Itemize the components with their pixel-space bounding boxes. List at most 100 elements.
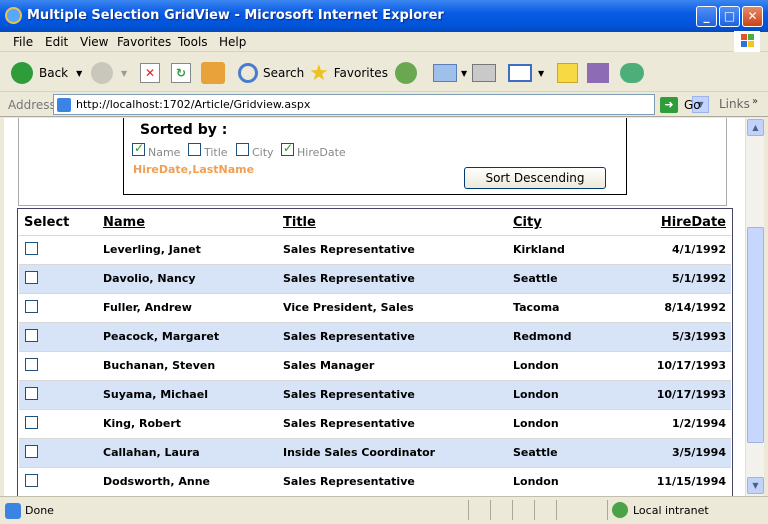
status-bar: Done Local intranet bbox=[0, 496, 768, 524]
cell-hiredate: 1/2/1994 bbox=[623, 408, 731, 438]
toolbar: Back ▼ ▼ ✕ ↻ Search ★ Favorites ▼ ▼ bbox=[0, 52, 768, 92]
sort-descending-button[interactable]: Sort Descending bbox=[464, 167, 606, 189]
status-divider bbox=[512, 500, 513, 520]
cell-name: Leverling, Janet bbox=[103, 234, 283, 264]
links-chevron-icon[interactable]: » bbox=[752, 96, 758, 107]
minimize-button[interactable]: _ bbox=[696, 6, 717, 27]
scroll-down-icon[interactable]: ▼ bbox=[747, 477, 764, 494]
row-select-cell bbox=[19, 408, 103, 438]
row-select-cell bbox=[19, 321, 103, 351]
header-name[interactable]: Name bbox=[103, 210, 283, 235]
sort-name-checkbox[interactable] bbox=[132, 141, 145, 156]
windows-logo-icon bbox=[734, 31, 760, 53]
table-row: Leverling, Janet Sales Representative Kirk… bbox=[19, 234, 731, 264]
back-button[interactable]: Back ▼ bbox=[11, 60, 82, 86]
row-select-checkbox[interactable] bbox=[25, 357, 38, 371]
row-select-checkbox[interactable] bbox=[25, 241, 38, 255]
back-label: Back bbox=[39, 66, 69, 80]
cell-title: Vice President, Sales bbox=[283, 292, 513, 322]
cell-city: Kirkland bbox=[513, 234, 623, 264]
refresh-button[interactable]: ↻ bbox=[171, 60, 191, 86]
menu-edit[interactable]: Edit bbox=[45, 35, 68, 49]
cell-city: Seattle bbox=[513, 437, 623, 467]
row-select-checkbox[interactable] bbox=[25, 386, 38, 400]
menu-help[interactable]: Help bbox=[219, 35, 246, 49]
header-hiredate[interactable]: HireDate bbox=[623, 210, 731, 235]
edit-button[interactable]: ▼ bbox=[508, 60, 544, 86]
forward-dropdown-icon[interactable]: ▼ bbox=[121, 69, 127, 78]
menu-tools[interactable]: Tools bbox=[178, 35, 208, 49]
title-bar: Multiple Selection GridView - Microsoft … bbox=[0, 0, 768, 32]
edit-page-icon bbox=[508, 64, 532, 82]
edit-dropdown-icon[interactable]: ▼ bbox=[538, 69, 544, 78]
scroll-up-icon[interactable]: ▲ bbox=[747, 119, 764, 136]
star-icon: ★ bbox=[309, 60, 329, 86]
menu-view[interactable]: View bbox=[80, 35, 108, 49]
sort-title-checkbox[interactable] bbox=[188, 143, 201, 156]
mail-icon bbox=[433, 64, 457, 82]
grid-table: Select Name Title City HireDate Leverlin… bbox=[19, 210, 731, 496]
mail-dropdown-icon[interactable]: ▼ bbox=[461, 69, 467, 78]
row-select-checkbox[interactable] bbox=[25, 328, 38, 342]
intranet-zone-icon bbox=[612, 502, 628, 518]
row-select-checkbox[interactable] bbox=[25, 444, 38, 458]
sort-hiredate-checkbox[interactable] bbox=[281, 141, 294, 156]
favorites-button[interactable]: ★ Favorites bbox=[309, 60, 388, 86]
ie-logo-icon bbox=[5, 7, 22, 24]
cell-city: London bbox=[513, 379, 623, 409]
row-select-checkbox[interactable] bbox=[25, 415, 38, 429]
header-city[interactable]: City bbox=[513, 210, 623, 235]
header-select: Select bbox=[24, 214, 70, 230]
table-row: King, Robert Sales Representative London 1/… bbox=[19, 408, 731, 438]
stop-button[interactable]: ✕ bbox=[140, 60, 160, 86]
current-sort-expression: HireDate,LastName bbox=[133, 163, 255, 176]
links-button[interactable]: Links bbox=[719, 97, 750, 111]
cell-name: Davolio, Nancy bbox=[103, 263, 283, 293]
menu-file[interactable]: File bbox=[13, 35, 33, 49]
go-button[interactable]: ➜ Go bbox=[660, 97, 701, 113]
cell-title: Sales Representative bbox=[283, 321, 513, 351]
search-button[interactable]: Search bbox=[238, 60, 304, 86]
refresh-icon: ↻ bbox=[171, 63, 191, 83]
back-arrow-icon bbox=[11, 62, 33, 84]
row-select-cell bbox=[19, 263, 103, 293]
menu-bar: File Edit View Favorites Tools Help bbox=[0, 31, 768, 53]
home-button[interactable] bbox=[201, 60, 225, 86]
row-select-checkbox[interactable] bbox=[25, 299, 38, 313]
cell-name: Callahan, Laura bbox=[103, 437, 283, 467]
table-row: Fuller, Andrew Vice President, Sales Tacom… bbox=[19, 292, 731, 322]
research-button[interactable] bbox=[587, 60, 609, 86]
note-icon bbox=[557, 63, 578, 83]
grid-body: Leverling, Janet Sales Representative Kirk… bbox=[19, 234, 731, 496]
print-button[interactable] bbox=[472, 60, 496, 86]
header-title[interactable]: Title bbox=[283, 210, 513, 235]
scroll-thumb[interactable] bbox=[747, 227, 764, 443]
cell-city: London bbox=[513, 350, 623, 380]
mail-button[interactable]: ▼ bbox=[433, 60, 467, 86]
row-select-checkbox[interactable] bbox=[25, 270, 38, 284]
search-icon bbox=[238, 63, 258, 83]
cell-name: Dodsworth, Anne bbox=[103, 466, 283, 496]
address-input[interactable]: http://localhost:1702/Article/Gridview.a… bbox=[53, 94, 709, 115]
cell-name: King, Robert bbox=[103, 408, 283, 438]
cell-hiredate: 8/14/1992 bbox=[623, 292, 731, 322]
row-select-checkbox[interactable] bbox=[25, 473, 38, 487]
menu-favorites[interactable]: Favorites bbox=[117, 35, 171, 49]
cell-name: Peacock, Margaret bbox=[103, 321, 283, 351]
cell-name: Buchanan, Steven bbox=[103, 350, 283, 380]
address-url[interactable]: http://localhost:1702/Article/Gridview.a… bbox=[76, 98, 310, 111]
grid-header-row: Select Name Title City HireDate bbox=[19, 210, 731, 235]
close-button[interactable]: ✕ bbox=[742, 6, 763, 27]
cell-title: Sales Representative bbox=[283, 234, 513, 264]
history-button[interactable] bbox=[395, 60, 417, 86]
forward-button[interactable]: ▼ bbox=[91, 60, 127, 86]
research-icon bbox=[587, 63, 609, 83]
cell-hiredate: 10/17/1993 bbox=[623, 350, 731, 380]
maximize-button[interactable]: □ bbox=[719, 6, 740, 27]
messenger-button[interactable] bbox=[620, 60, 644, 86]
discuss-button[interactable] bbox=[557, 60, 578, 86]
sort-city-checkbox[interactable] bbox=[236, 143, 249, 156]
back-dropdown-icon[interactable]: ▼ bbox=[76, 69, 82, 78]
sort-hiredate-label: HireDate bbox=[297, 146, 346, 159]
vertical-scrollbar[interactable]: ▲ ▼ bbox=[745, 118, 764, 496]
